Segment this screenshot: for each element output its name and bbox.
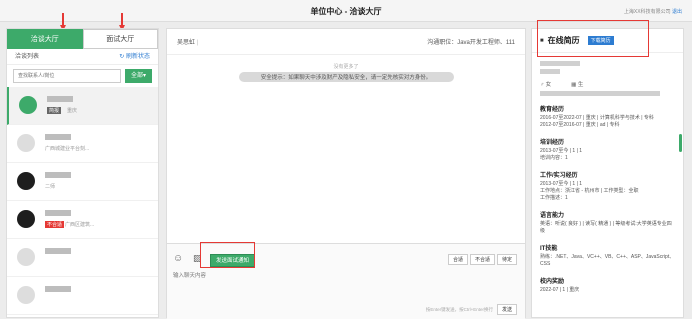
chat-position: 沟通职位：Java开发工程师、111: [427, 40, 515, 46]
section-line: 工作地点：浙江省 - 杭州市 | 工作类型：全职: [540, 188, 639, 194]
chat-header: 吴思虹 | 沟通职位：Java开发工程师、111: [167, 29, 525, 55]
tab-interview-hall[interactable]: 面试大厅: [82, 29, 158, 49]
section-line: 2016-07至2022-07 | 重庆 | 计算机科学与技术 | 专科: [540, 115, 654, 121]
resume-panel: ■ 在线简历 下载简历 ♂ 女 ▦ 生 教育经历 2016-07至2022-07…: [531, 28, 684, 318]
resume-section: IT技能 熟练：.NET、Java、VC++、VB、C++、ASP、JavaSc…: [532, 243, 683, 268]
send-hint: 按Enter键发送，按Ctrl+Enter换行: [425, 307, 493, 312]
resume-section: 培训经历 2013-07至今 | 1 | 1 培训内容：1: [532, 137, 683, 162]
contact-name-blurred: [45, 286, 71, 292]
contact-name-blurred: [45, 210, 71, 216]
gender-field: ♂ 女: [540, 82, 552, 88]
section-line: 工作描述：1: [540, 195, 568, 201]
contact-list: 简报 重庆 广西城建业平台刻... 二师 不合适 广西区建筑...: [7, 87, 158, 315]
resume-detail-blurred: [540, 69, 560, 74]
user-info: 上海XX科技有限公司 退出: [624, 8, 682, 15]
send-button[interactable]: 发送: [496, 304, 517, 315]
resume-section: 校内奖励 2022-07 | 1 | 重庆: [532, 276, 683, 294]
avatar: [19, 96, 37, 114]
contact-tag: 不合适: [45, 221, 65, 228]
mark-pending-button[interactable]: 待定: [496, 254, 517, 265]
safety-notice: 安全提示：如果聊天中涉及财产及隐私安全，请一定先核实对方身份。: [238, 72, 454, 82]
section-line: 2013-07至今 | 1 | 1: [540, 181, 583, 187]
no-more-text: 没有更多了: [333, 64, 359, 70]
contact-sub: 广西城建业平台刻...: [45, 146, 90, 152]
search-row: 全部▾: [7, 65, 158, 87]
section-line: 培训内容：1: [540, 155, 568, 161]
contact-item[interactable]: [7, 277, 158, 315]
mark-unsuitable-button[interactable]: 不合适: [469, 254, 495, 265]
contact-item[interactable]: [7, 239, 158, 277]
chat-contact-name: 吴思虹: [177, 40, 196, 46]
page-title: 单位中心 - 洽谈大厅: [310, 7, 382, 16]
avatar: [17, 134, 35, 152]
contact-item[interactable]: 二师: [7, 163, 158, 201]
resume-section: 教育经历 2016-07至2022-07 | 重庆 | 计算机科学与技术 | 专…: [532, 104, 683, 129]
contact-name-blurred: [45, 172, 71, 178]
resume-basic-info: ♂ 女 ▦ 生: [532, 80, 683, 88]
chat-contact: 吴思虹 |: [177, 37, 198, 46]
section-line: 2012-07至2016-07 | 重庆 | ad | 专科: [540, 122, 620, 128]
section-line: 2013-07至今 | 1 | 1: [540, 148, 583, 154]
filter-all-dropdown[interactable]: 全部▾: [124, 69, 152, 83]
tab-chat-hall[interactable]: 洽谈大厅: [7, 29, 83, 49]
contact-name-blurred: [45, 248, 71, 254]
contact-sub: 二师: [45, 184, 56, 190]
gender-value: 女: [545, 82, 552, 88]
section-heading: 教育经历: [540, 107, 565, 113]
scrollbar[interactable]: [679, 134, 682, 152]
section-line: 2022-07 | 1 | 重庆: [540, 287, 580, 293]
section-line: 英语：听说( 良好 ) | 读写( 精通 ) | 等级考试:大学英语专业四级: [540, 221, 672, 234]
chat-contact-meta: |: [196, 40, 199, 46]
section-heading: 工作/实习经历: [540, 173, 578, 179]
birth-value: 生: [577, 82, 584, 88]
list-title: 洽谈列表: [15, 54, 40, 60]
resume-name-blurred: [540, 61, 580, 66]
chat-panel: 吴思虹 | 沟通职位：Java开发工程师、111 没有更多了 安全提示：如果聊天…: [166, 28, 526, 319]
contact-item[interactable]: 广西城建业平台刻...: [7, 125, 158, 163]
annotation-highlight-box: [537, 20, 649, 57]
list-header: 洽谈列表 ↻ 刷新状态: [7, 49, 158, 65]
decision-buttons: 合适 不合适 待定: [447, 254, 517, 265]
section-heading: IT技能: [540, 246, 558, 252]
section-heading: 校内奖励: [540, 279, 565, 285]
resume-section: 语言能力 英语：听说( 良好 ) | 读写( 精通 ) | 等级考试:大学英语专…: [532, 210, 683, 235]
company-name: 上海XX科技有限公司: [623, 9, 671, 15]
section-heading: 培训经历: [540, 140, 565, 146]
refresh-label: 刷新状态: [125, 54, 150, 60]
contact-item[interactable]: 简报 重庆: [7, 87, 158, 125]
contact-sub: 重庆: [67, 108, 78, 114]
section-heading: 语言能力: [540, 213, 565, 219]
hall-tabs: 洽谈大厅 面试大厅: [7, 29, 158, 49]
avatar: [17, 248, 35, 266]
avatar: [17, 210, 35, 228]
contact-tag: 简报: [47, 107, 62, 114]
resume-contact-blurred: [540, 91, 660, 96]
section-line: 熟练：.NET、Java、VC++、VB、C++、ASP、JavaScript、…: [540, 254, 675, 267]
chat-list-panel: 洽谈大厅 面试大厅 洽谈列表 ↻ 刷新状态 全部▾ 简报 重庆 广西城建业平台刻…: [6, 28, 159, 318]
birth-field: ▦ 生: [571, 82, 584, 88]
contact-sub: 广西区建筑...: [65, 222, 95, 228]
avatar: [17, 286, 35, 304]
resume-section: 工作/实习经历 2013-07至今 | 1 | 1 工作地点：浙江省 - 杭州市…: [532, 170, 683, 202]
emoji-icon[interactable]: ☺: [173, 253, 183, 264]
contact-name-blurred: [45, 134, 71, 140]
top-bar: 单位中心 - 洽谈大厅 上海XX科技有限公司 退出: [0, 0, 692, 22]
contact-name-blurred: [47, 96, 73, 102]
avatar: [17, 172, 35, 190]
message-input[interactable]: [173, 271, 518, 311]
contact-item[interactable]: 不合适 广西区建筑...: [7, 201, 158, 239]
logout-link[interactable]: 退出: [672, 9, 682, 15]
refresh-button[interactable]: ↻ 刷新状态: [119, 49, 150, 64]
mark-suitable-button[interactable]: 合适: [447, 254, 468, 265]
annotation-highlight-box: [200, 242, 255, 268]
contact-search-input[interactable]: [13, 69, 121, 83]
